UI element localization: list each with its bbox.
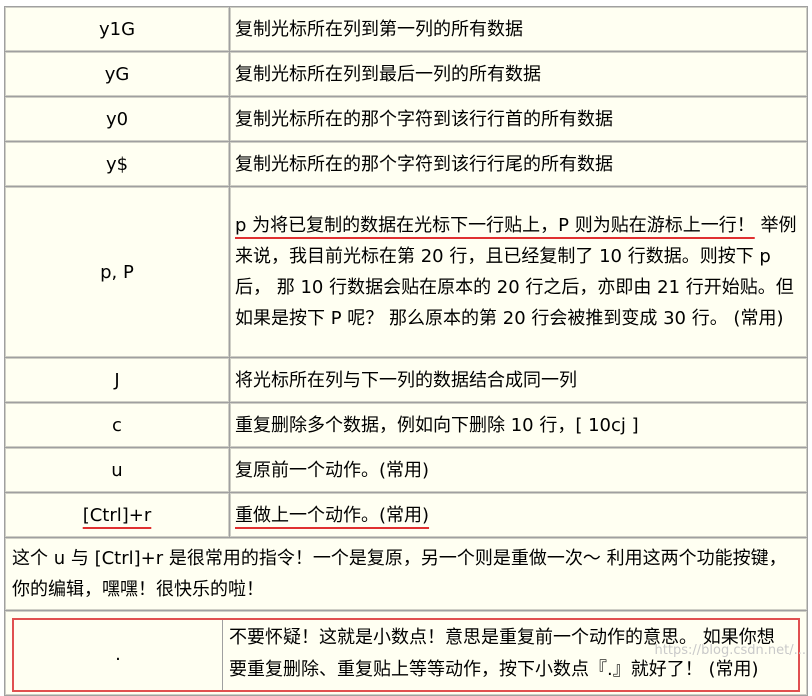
table-row: y1G 复制光标所在列到第一列的所有数据	[5, 7, 807, 51]
command-key: [Ctrl]+r	[5, 493, 229, 537]
note-text: 这个 u 与 [Ctrl]+r 是很常用的指令！一个是复原，另一个则是重做一次～…	[5, 538, 807, 610]
table-row: y$ 复制光标所在的那个字符到该行行尾的所有数据	[5, 142, 807, 186]
command-desc: 将光标所在列与下一列的数据结合成同一列	[230, 358, 807, 402]
command-desc: 重复删除多个数据，例如向下删除 10 行，[ 10cj ]	[230, 403, 807, 447]
table-row: J 将光标所在列与下一列的数据结合成同一列	[5, 358, 807, 402]
watermark: https://blog.csdn.net/...	[654, 643, 806, 658]
command-desc: p 为将已复制的数据在光标下一行贴上，P 则为贴在游标上一行！ 举例来说，我目前…	[230, 187, 807, 357]
table-row: p, P p 为将已复制的数据在光标下一行贴上，P 则为贴在游标上一行！ 举例来…	[5, 187, 807, 357]
command-desc: 重做上一个动作。(常用)	[230, 493, 807, 537]
table-row: c 重复删除多个数据，例如向下删除 10 行，[ 10cj ]	[5, 403, 807, 447]
command-key: u	[5, 448, 229, 492]
command-desc: 复制光标所在的那个字符到该行行首的所有数据	[230, 97, 807, 141]
table-row: [Ctrl]+r 重做上一个动作。(常用)	[5, 493, 807, 537]
note-row: 这个 u 与 [Ctrl]+r 是很常用的指令！一个是复原，另一个则是重做一次～…	[5, 538, 807, 610]
command-key: yG	[5, 52, 229, 96]
command-key: p, P	[5, 187, 229, 357]
table-row: u 复原前一个动作。(常用)	[5, 448, 807, 492]
table-row: y0 复制光标所在的那个字符到该行行首的所有数据	[5, 97, 807, 141]
document-page: y1G 复制光标所在列到第一列的所有数据 yG 复制光标所在列到最后一列的所有数…	[0, 0, 812, 696]
table-row: yG 复制光标所在列到最后一列的所有数据	[5, 52, 807, 96]
command-key: y0	[5, 97, 229, 141]
command-desc: 复原前一个动作。(常用)	[230, 448, 807, 492]
underlined-text: 重做上一个动作。(常用)	[235, 504, 430, 526]
command-key: c	[5, 403, 229, 447]
command-key: .	[14, 620, 223, 690]
command-table: y1G 复制光标所在列到第一列的所有数据 yG 复制光标所在列到最后一列的所有数…	[4, 6, 808, 696]
command-desc: 复制光标所在的那个字符到该行行尾的所有数据	[230, 142, 807, 186]
command-desc: 复制光标所在列到最后一列的所有数据	[230, 52, 807, 96]
underlined-text: p 为将已复制的数据在光标下一行贴上，P 则为贴在游标上一行！	[235, 215, 755, 236]
command-key: J	[5, 358, 229, 402]
underlined-key: [Ctrl]+r	[82, 504, 152, 526]
command-key: y1G	[5, 7, 229, 51]
command-key: y$	[5, 142, 229, 186]
command-desc: 复制光标所在列到第一列的所有数据	[230, 7, 807, 51]
